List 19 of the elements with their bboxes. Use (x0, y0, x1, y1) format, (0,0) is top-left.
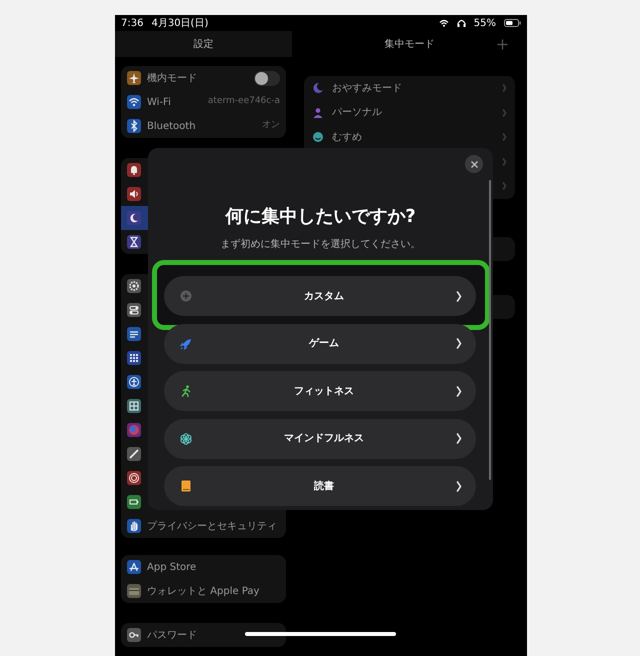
pane-title: 設定 (194, 38, 214, 52)
row-label: Bluetooth (147, 120, 196, 134)
dialog-subtitle: まず初めに集中モードを選択してください。 (220, 238, 420, 252)
pane-title: 集中モード (384, 38, 434, 52)
row-value: aterm-ee746c-a (208, 95, 280, 108)
row-label: ウォレットと Apple Pay (147, 584, 260, 598)
row-label: パスワード (147, 628, 197, 642)
status-date: 4月30日(日) (151, 16, 208, 30)
row-label: App Store (147, 560, 196, 574)
row-label: おやすみモード (332, 82, 402, 96)
row-label: 機内モード (147, 72, 197, 86)
row-label: Wi-Fi (147, 96, 171, 110)
row-label: むすめ (332, 130, 362, 145)
dialog-title: 何に集中したいですか? (225, 205, 416, 229)
row-value: オン (262, 119, 280, 132)
battery-percent: 55% (474, 16, 496, 30)
row-label: プライバシーとセキュリティ (147, 520, 277, 534)
status-time: 7:36 (121, 16, 144, 30)
row-label: パーソナル (332, 106, 382, 120)
